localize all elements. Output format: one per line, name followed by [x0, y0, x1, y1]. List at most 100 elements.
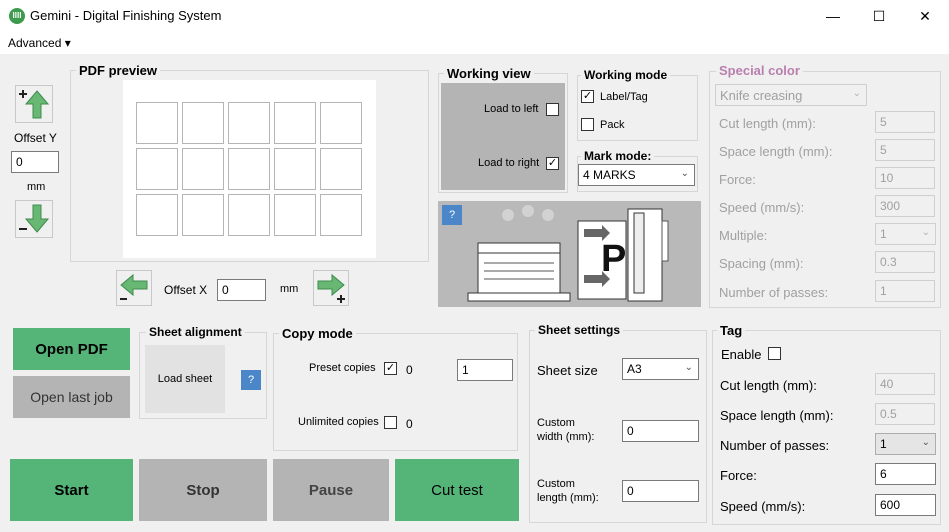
arrow-up-plus-icon [19, 90, 50, 119]
load-right-checkbox[interactable]: ✓ [546, 157, 559, 170]
tag-title: Tag [717, 323, 746, 338]
open-last-job-button[interactable]: Open last job [13, 376, 130, 418]
tag-cut-length-input[interactable] [875, 373, 935, 395]
chevron-down-icon: ⌄ [921, 437, 930, 448]
pack-checkbox[interactable] [581, 118, 594, 131]
offset-x-left-button[interactable] [116, 270, 152, 306]
unlimited-copies-label: Unlimited copies [298, 416, 379, 428]
arrow-right-plus-icon [317, 273, 345, 303]
label-tag-checkbox[interactable]: ✓ [581, 90, 594, 103]
special-color-field-input[interactable] [875, 111, 935, 133]
pause-button[interactable]: Pause [273, 459, 389, 521]
close-button[interactable]: ✕ [902, 0, 948, 32]
chevron-down-icon: ⌄ [680, 168, 689, 179]
machine-illustration: P [438, 201, 701, 307]
preset-copies-checkbox[interactable]: ✓ [384, 362, 397, 375]
label-tag-label: Label/Tag [600, 91, 648, 103]
mark-mode-select[interactable]: 4 MARKS ⌄ [578, 164, 695, 186]
tag-passes-label: Number of passes: [720, 438, 830, 453]
offset-x-input[interactable] [217, 279, 266, 301]
arrow-down-minus-icon [19, 204, 50, 233]
preset-copies-input[interactable] [457, 359, 513, 381]
tag-force-label: Force: [720, 468, 757, 483]
special-color-field-input[interactable] [875, 167, 935, 189]
special-color-multiple-select[interactable]: 1 ⌄ [875, 223, 936, 245]
tag-force-input[interactable] [875, 463, 936, 485]
special-color-title: Special color [716, 63, 803, 78]
load-right-label: Load to right [478, 157, 540, 169]
offset-x-right-button[interactable] [313, 270, 349, 306]
pdf-label-cell [320, 148, 362, 190]
pack-label: Pack [600, 119, 625, 131]
pdf-label-cell [228, 194, 270, 236]
arrow-left-minus-icon [120, 273, 148, 300]
tag-speed-label: Speed (mm/s): [720, 499, 806, 514]
tag-space-length-input[interactable] [875, 403, 935, 425]
pdf-label-cell [136, 102, 178, 144]
offset-y-down-button[interactable] [15, 200, 53, 238]
special-color-field-label: Cut length (mm): [719, 116, 816, 131]
special-color-mode-select[interactable]: Knife creasing ⌄ [715, 84, 867, 106]
working-mode-group [577, 75, 698, 141]
sheet-alignment-help-button[interactable]: ? [241, 370, 261, 390]
unlimited-copies-count: 0 [406, 417, 413, 431]
pdf-label-cell [182, 194, 224, 236]
special-color-field-label: Spacing (mm): [719, 256, 804, 271]
sheet-settings-title: Sheet settings [535, 323, 624, 337]
special-color-field-input[interactable] [875, 251, 935, 273]
cut-test-button[interactable]: Cut test [395, 459, 519, 521]
copy-mode-title: Copy mode [279, 326, 356, 341]
custom-width-label-2: width (mm): [537, 431, 595, 443]
offset-y-label: Offset Y [14, 131, 57, 145]
unlimited-copies-checkbox[interactable] [384, 416, 397, 429]
chevron-down-icon: ⌄ [852, 88, 861, 99]
special-color-field-label: Number of passes: [719, 285, 829, 300]
special-color-field-label: Speed (mm/s): [719, 200, 805, 215]
tag-space-length-label: Space length (mm): [720, 408, 834, 423]
pdf-label-cell [136, 194, 178, 236]
copy-mode-group [273, 333, 518, 451]
pdf-label-cell [274, 148, 316, 190]
custom-width-input[interactable] [622, 420, 699, 442]
minimize-button[interactable]: — [810, 0, 856, 32]
sheet-size-label: Sheet size [537, 363, 598, 378]
pdf-label-cell [274, 102, 316, 144]
laptop-and-cutter-illustration: P [467, 205, 669, 302]
working-view-help-button[interactable]: ? [442, 205, 462, 225]
maximize-button[interactable]: ☐ [856, 0, 902, 32]
tag-speed-input[interactable] [875, 494, 936, 516]
pdf-label-cell [182, 148, 224, 190]
sheet-size-value: A3 [627, 362, 642, 376]
open-pdf-button[interactable]: Open PDF [13, 328, 130, 370]
load-sheet-button[interactable]: Load sheet [145, 345, 225, 413]
tag-cut-length-label: Cut length (mm): [720, 378, 817, 393]
tag-passes-select[interactable]: 1 ⌄ [875, 433, 936, 455]
app-logo-icon: IIII [9, 8, 25, 24]
special-color-field-input[interactable] [875, 280, 935, 302]
special-color-field-input[interactable] [875, 139, 935, 161]
special-color-field-label: Multiple: [719, 228, 768, 243]
tag-enable-label: Enable [721, 347, 762, 362]
special-color-multiple-value: 1 [880, 227, 887, 241]
custom-width-label-1: Custom [537, 417, 575, 429]
tag-enable-checkbox[interactable] [768, 347, 781, 360]
offset-y-input[interactable] [11, 151, 59, 173]
offset-y-up-button[interactable] [15, 85, 53, 123]
menu-bar [0, 32, 949, 54]
svg-text:P: P [601, 238, 626, 280]
offset-y-unit: mm [27, 181, 46, 193]
menu-advanced[interactable]: Advanced ▾ [8, 36, 71, 50]
mark-mode-value: 4 MARKS [583, 168, 636, 182]
special-color-field-label: Force: [719, 172, 756, 187]
load-left-checkbox[interactable] [546, 103, 559, 116]
pdf-preview-title: PDF preview [76, 63, 161, 78]
preset-copies-count: 0 [406, 363, 413, 377]
sheet-size-select[interactable]: A3 ⌄ [622, 358, 699, 380]
special-color-field-input[interactable] [875, 195, 935, 217]
start-button[interactable]: Start [10, 459, 133, 521]
stop-button[interactable]: Stop [139, 459, 267, 521]
pdf-label-cell [182, 102, 224, 144]
custom-length-input[interactable] [622, 480, 699, 502]
working-view-panel [441, 83, 565, 190]
special-color-mode-value: Knife creasing [720, 88, 803, 103]
